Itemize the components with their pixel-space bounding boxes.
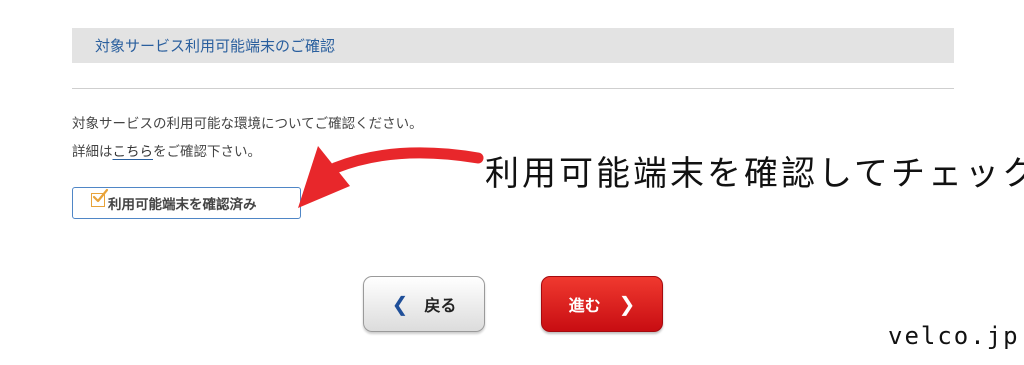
back-label: 戻る (424, 296, 457, 315)
watermark: velco.jp (888, 322, 1020, 350)
back-button[interactable]: ❮ 戻る (363, 276, 485, 332)
next-button[interactable]: 進む ❯ (541, 276, 663, 332)
next-label: 進む (568, 296, 601, 315)
annotation-text: 利用可能端末を確認してチェック (485, 154, 1024, 194)
chevron-left-icon: ❮ (391, 292, 409, 316)
chevron-right-icon: ❯ (618, 292, 636, 316)
